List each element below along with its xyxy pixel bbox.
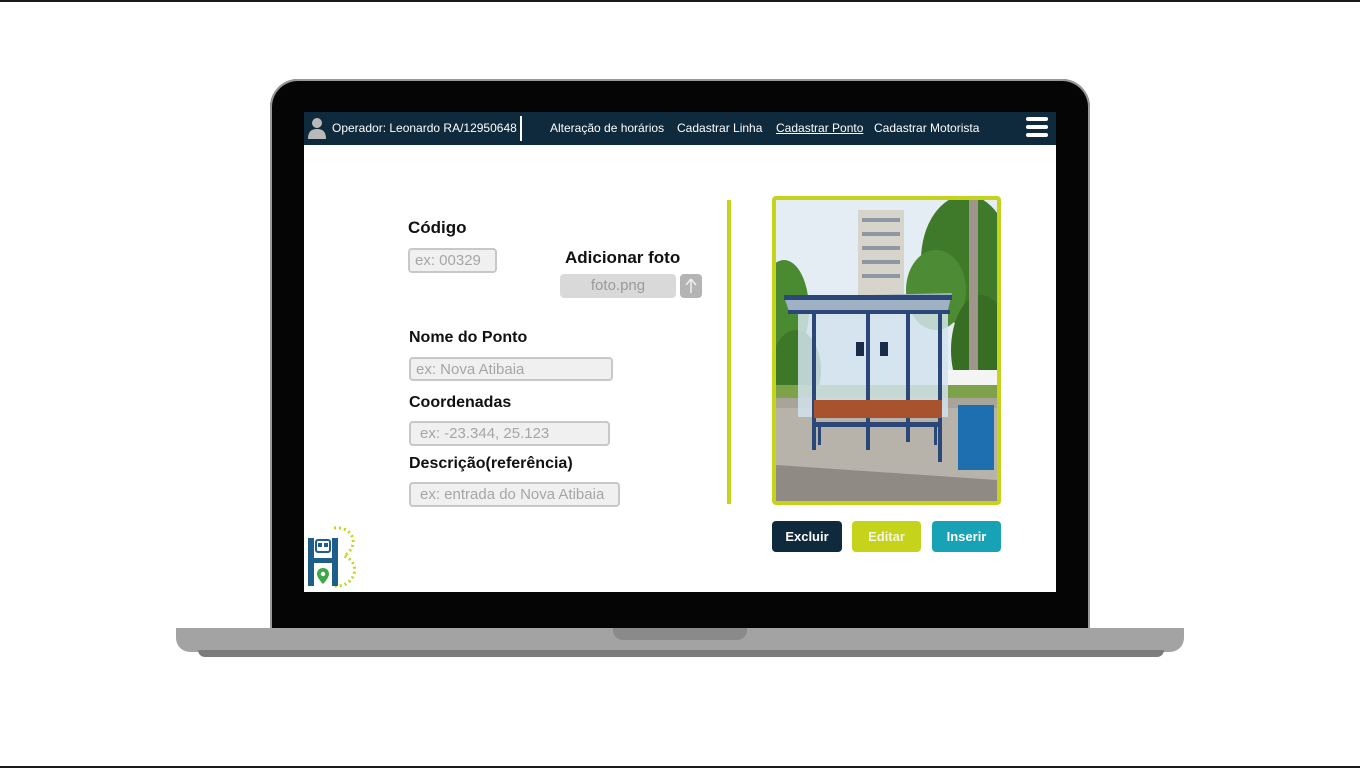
nav-link-cadastrar-ponto[interactable]: Cadastrar Ponto [776,121,863,135]
navbar-divider [520,116,522,141]
nav-link-alteracao-horarios[interactable]: Alteração de horários [550,121,664,135]
top-navbar: Operador: Leonardo RA/12950648 Alteração… [304,112,1056,145]
codigo-input[interactable] [408,248,497,273]
coordenadas-label: Coordenadas [409,394,512,411]
vertical-divider [727,200,731,504]
descricao-input[interactable] [409,482,620,507]
app-screen: Operador: Leonardo RA/12950648 Alteração… [304,112,1056,592]
operator-label: Operador: Leonardo RA/12950648 [332,121,517,135]
excluir-button[interactable]: Excluir [772,521,842,552]
laptop-base-shadow [198,650,1164,657]
upload-button[interactable] [680,274,702,298]
bus-stop-image [776,200,997,501]
page-top-border [0,0,1360,2]
upload-arrow-icon [685,278,697,293]
inserir-button[interactable]: Inserir [932,521,1001,552]
adicionar-foto-label: Adicionar foto [565,248,681,267]
nav-link-cadastrar-motorista[interactable]: Cadastrar Motorista [874,121,979,135]
foto-file-field[interactable]: foto.png [560,274,676,298]
nome-ponto-label: Nome do Ponto [409,329,528,346]
codigo-label: Código [408,218,467,237]
nav-link-cadastrar-linha[interactable]: Cadastrar Linha [677,121,762,135]
bus-stop-photo [772,196,1001,505]
laptop-notch [613,628,747,640]
nome-ponto-input[interactable] [409,357,613,381]
descricao-label: Descrição(referência) [409,455,573,472]
app-logo-icon [308,526,356,588]
hamburger-menu-icon[interactable] [1026,117,1048,139]
editar-button[interactable]: Editar [852,521,921,552]
coordenadas-input[interactable] [409,421,610,446]
user-icon [308,118,326,139]
